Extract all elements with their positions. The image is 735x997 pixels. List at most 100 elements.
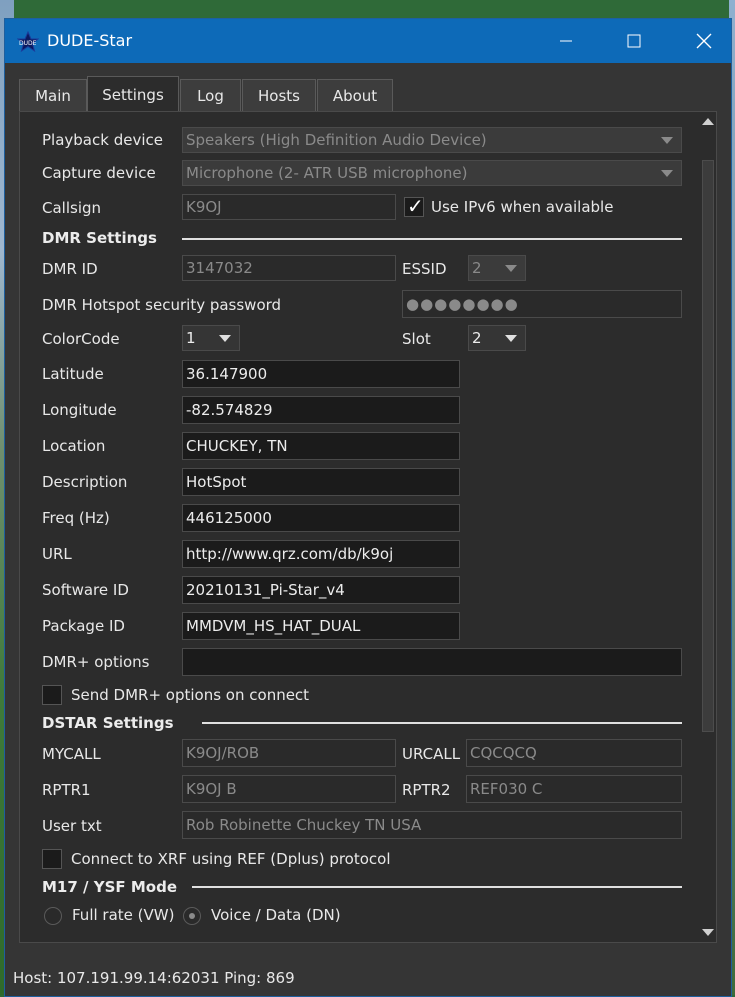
- dmr-password-field[interactable]: ●●●●●●●●: [402, 290, 682, 318]
- latitude-field[interactable]: 36.147900: [182, 360, 460, 388]
- close-icon: [696, 33, 712, 49]
- freq-label: Freq (Hz): [42, 509, 110, 527]
- package-id-field[interactable]: MMDVM_HS_HAT_DUAL: [182, 612, 460, 640]
- dmr-password-label: DMR Hotspot security password: [42, 296, 282, 314]
- rptr2-field[interactable]: REF030 C: [466, 775, 682, 803]
- playback-device-select[interactable]: Speakers (High Definition Audio Device): [182, 127, 682, 153]
- scroll-thumb[interactable]: [702, 160, 714, 732]
- chevron-down-icon: [661, 170, 673, 177]
- mycall-label: MYCALL: [42, 745, 101, 763]
- url-field[interactable]: http://www.qrz.com/db/k9oj: [182, 540, 460, 568]
- full-rate-label: Full rate (VW): [72, 906, 175, 924]
- user-txt-field[interactable]: Rob Robinette Chuckey TN USA: [182, 811, 682, 839]
- tab-label: Hosts: [258, 87, 300, 105]
- callsign-field[interactable]: K9OJ: [182, 194, 396, 220]
- rptr1-field[interactable]: K9OJ B: [182, 775, 396, 803]
- dude-star-icon: DUDE: [17, 31, 39, 53]
- dmr-options-label: DMR+ options: [42, 653, 150, 671]
- dmr-options-field[interactable]: [182, 648, 682, 676]
- svg-text:DUDE: DUDE: [19, 40, 37, 47]
- latitude-label: Latitude: [42, 365, 104, 383]
- mycall-field[interactable]: K9OJ/ROB: [182, 739, 396, 767]
- slot-label: Slot: [402, 330, 431, 348]
- app-window: DUDE DUDE-Star Main Settings Log Hosts A…: [4, 18, 732, 997]
- title-bar[interactable]: DUDE DUDE-Star: [5, 19, 731, 63]
- window-title: DUDE-Star: [47, 31, 133, 50]
- maximize-icon: [627, 34, 641, 48]
- tab-about[interactable]: About: [317, 79, 393, 112]
- checkmark-icon: ✓: [407, 194, 424, 218]
- send-options-checkbox[interactable]: [42, 685, 62, 705]
- tab-label: Main: [35, 87, 71, 105]
- dmr-section-title: DMR Settings: [42, 229, 157, 247]
- freq-field[interactable]: 446125000: [182, 504, 460, 532]
- chevron-down-icon: [505, 265, 517, 272]
- colorcode-value: 1: [186, 329, 196, 347]
- settings-panel: Playback device Speakers (High Definitio…: [19, 111, 717, 943]
- capture-device-value: Microphone (2- ATR USB microphone): [186, 164, 468, 182]
- capture-device-select[interactable]: Microphone (2- ATR USB microphone): [182, 160, 682, 186]
- arrow-up-icon: [702, 118, 714, 125]
- close-button[interactable]: [681, 19, 727, 63]
- chevron-down-icon: [219, 335, 231, 342]
- rptr2-label: RPTR2: [402, 781, 451, 799]
- rptr1-label: RPTR1: [42, 781, 91, 799]
- send-options-label: Send DMR+ options on connect: [71, 686, 310, 704]
- tab-label: Log: [197, 87, 224, 105]
- tab-label: About: [332, 87, 378, 105]
- playback-device-value: Speakers (High Definition Audio Device): [186, 131, 487, 149]
- location-label: Location: [42, 437, 106, 455]
- chevron-down-icon: [505, 335, 517, 342]
- dmr-id-label: DMR ID: [42, 260, 98, 278]
- urcall-label: URCALL: [402, 745, 461, 763]
- maximize-button[interactable]: [611, 19, 657, 63]
- ipv6-checkbox[interactable]: ✓: [404, 194, 424, 218]
- essid-select[interactable]: 2: [468, 255, 526, 281]
- radio-selected-dot: [189, 913, 195, 919]
- slot-value: 2: [472, 329, 482, 347]
- tab-log[interactable]: Log: [180, 79, 241, 112]
- colorcode-label: ColorCode: [42, 330, 120, 348]
- full-rate-radio[interactable]: [44, 907, 62, 925]
- software-id-field[interactable]: 20210131_Pi-Star_v4: [182, 576, 460, 604]
- urcall-field[interactable]: CQCQCQ: [466, 739, 682, 767]
- longitude-label: Longitude: [42, 401, 117, 419]
- tab-hosts[interactable]: Hosts: [242, 79, 316, 112]
- minimize-button[interactable]: [543, 19, 589, 63]
- voice-data-label: Voice / Data (DN): [211, 906, 341, 924]
- xrf-checkbox[interactable]: [42, 849, 62, 869]
- tab-main[interactable]: Main: [19, 79, 87, 112]
- arrow-down-icon: [702, 929, 714, 936]
- slot-select[interactable]: 2: [468, 325, 526, 351]
- vertical-scrollbar[interactable]: [700, 112, 716, 942]
- section-divider: [202, 722, 682, 724]
- scroll-down-button[interactable]: [700, 924, 716, 942]
- section-divider: [192, 886, 682, 888]
- status-bar: Host: 107.191.99.14:62031 Ping: 869: [13, 969, 295, 987]
- scroll-up-button[interactable]: [700, 112, 716, 130]
- voice-data-radio[interactable]: [183, 907, 201, 925]
- longitude-field[interactable]: -82.574829: [182, 396, 460, 424]
- description-label: Description: [42, 473, 128, 491]
- essid-value: 2: [472, 259, 482, 277]
- package-id-label: Package ID: [42, 617, 125, 635]
- dmr-id-field[interactable]: 3147032: [182, 255, 396, 281]
- url-label: URL: [42, 545, 72, 563]
- user-txt-label: User txt: [42, 817, 102, 835]
- location-field[interactable]: CHUCKEY, TN: [182, 432, 460, 460]
- ipv6-label: Use IPv6 when available: [431, 198, 614, 216]
- callsign-label: Callsign: [42, 199, 102, 217]
- xrf-label: Connect to XRF using REF (Dplus) protoco…: [71, 850, 391, 868]
- capture-device-label: Capture device: [42, 164, 156, 182]
- description-field[interactable]: HotSpot: [182, 468, 460, 496]
- tab-label: Settings: [102, 86, 164, 104]
- minimize-icon: [560, 40, 572, 42]
- section-divider: [182, 238, 682, 240]
- software-id-label: Software ID: [42, 581, 129, 599]
- dstar-section-title: DSTAR Settings: [42, 714, 174, 732]
- playback-device-label: Playback device: [42, 131, 163, 149]
- tab-settings[interactable]: Settings: [87, 76, 179, 113]
- chevron-down-icon: [661, 137, 673, 144]
- essid-label: ESSID: [402, 260, 447, 278]
- colorcode-select[interactable]: 1: [182, 325, 240, 351]
